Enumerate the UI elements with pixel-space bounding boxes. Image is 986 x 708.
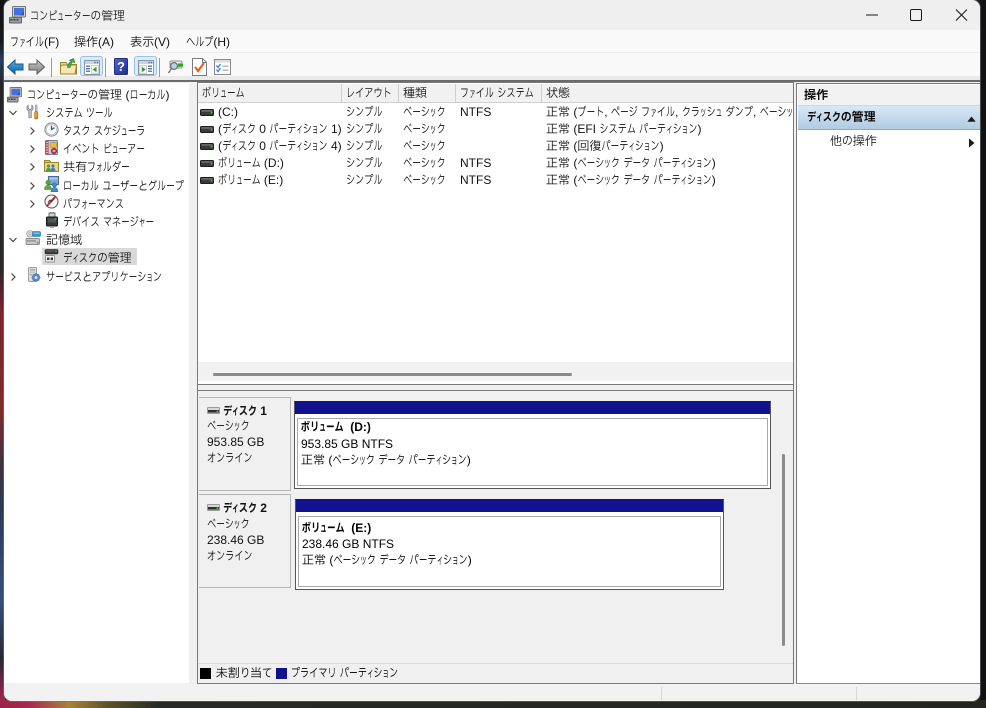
svg-text:?: ? <box>117 59 125 74</box>
